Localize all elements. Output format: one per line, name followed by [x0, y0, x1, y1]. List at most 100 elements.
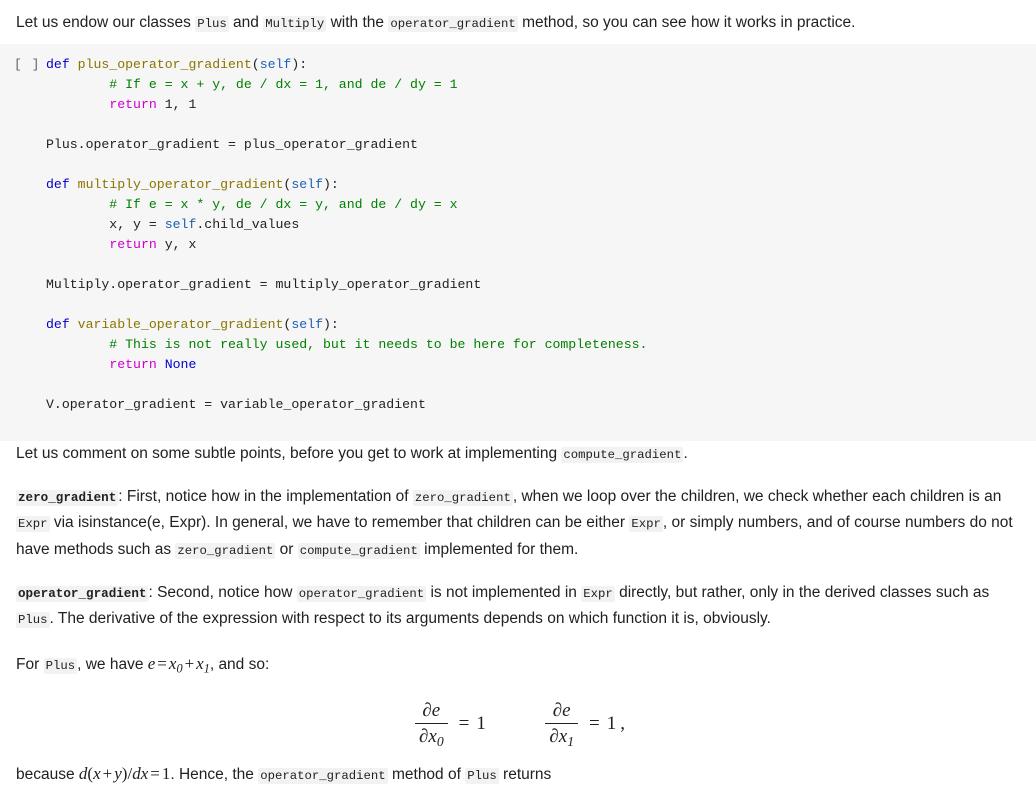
code-token: self — [291, 177, 323, 193]
denominator-dx: ∂x — [418, 725, 437, 747]
code-token: self — [291, 317, 323, 333]
intro-text-before: Let us endow our classes — [16, 14, 196, 31]
paragraph-for-plus: For Plus, we have e = x0 + x1, and so: — [16, 649, 1020, 679]
math-plus-sign: + — [184, 653, 195, 673]
p4-text-c: , and so: — [209, 655, 270, 673]
code-token: ( — [251, 57, 260, 73]
notebook-page: Let us endow our classes Plus and Multip… — [0, 0, 1036, 784]
code-token: # This is not really used, but it needs … — [46, 337, 648, 353]
math-trailing-comma: , — [620, 713, 626, 735]
p5-text-b: . Hence, the — [170, 765, 259, 783]
p4-text-b: , we have — [77, 655, 148, 673]
p2-text-e: or — [275, 540, 298, 558]
code-token: None — [164, 357, 197, 373]
inline-code-expr-2: Expr — [629, 516, 663, 533]
denominator-dx-2: ∂x — [549, 725, 568, 747]
p3-text-d: . The derivative of the expression with … — [49, 610, 771, 628]
code-token: 1, 1 — [156, 97, 197, 113]
inline-code-expr-1: Expr — [16, 516, 50, 533]
inline-math-e-equals-x0-plus-x1: e = x0 + x1 — [148, 653, 210, 676]
p3-text-a: : Second, notice how — [148, 583, 297, 601]
math-equals-2: = — [150, 763, 160, 783]
inline-math-derivative-identity: d(x + y)/dx = 1 — [79, 764, 170, 783]
math-x0-subscript: 0 — [176, 661, 183, 676]
code-token: def — [46, 317, 78, 333]
inline-code-multiply: Multiply — [263, 16, 327, 32]
math-x1: x — [196, 653, 204, 673]
math-y: y — [114, 763, 122, 783]
math-equation-right: ∂e ∂x1 = 1 , — [541, 700, 626, 749]
code-token: Multiply.operator_gradient = multiply_op… — [46, 277, 482, 293]
code-block[interactable]: def plus_operator_gradient(self): # If e… — [46, 55, 647, 415]
inline-code-zero-gradient-1: zero_gradient — [412, 489, 513, 506]
p2-text-c: via isinstance(e, Expr). In general, we … — [49, 514, 630, 532]
code-token: self — [259, 57, 292, 73]
code-token: def — [46, 177, 78, 193]
code-token: # If e = x + y, de / dx = 1, and de / dy… — [46, 77, 458, 93]
code-token: return — [109, 237, 157, 253]
inline-code-zero-gradient-2: zero_gradient — [175, 542, 276, 559]
code-token: self — [164, 217, 197, 233]
math-equals-right: = — [589, 713, 600, 735]
inline-code-expr-3: Expr — [581, 585, 615, 602]
code-token: Plus.operator_gradient = plus_operator_g… — [46, 137, 418, 153]
p2-text-a: : First, notice how in the implementatio… — [118, 487, 413, 505]
code-token: return — [109, 357, 157, 373]
inline-code-operator-gradient: operator_gradient — [388, 16, 518, 32]
p1-text-a: Let us comment on some subtle points, be… — [16, 445, 562, 463]
denominator-subscript-2: 1 — [567, 733, 575, 749]
p5-text-c: method of — [387, 765, 466, 783]
inline-code-plus-2: Plus — [16, 612, 50, 629]
cell-run-prompt[interactable]: [ ] — [0, 55, 46, 75]
code-token: multiply_operator_gradient — [77, 177, 284, 193]
fraction-de-dx1: ∂e ∂x1 — [545, 700, 579, 749]
code-token: variable_operator_gradient — [77, 317, 284, 333]
commentary-section: Let us comment on some subtle points, be… — [0, 441, 1036, 788]
math-x: x — [93, 763, 101, 783]
math-one: 1 — [161, 763, 171, 783]
math-equals-left: = — [458, 713, 470, 735]
inline-code-compute-gradient-2: compute_gradient — [297, 542, 420, 559]
intro-paragraph: Let us endow our classes Plus and Multip… — [0, 0, 1036, 35]
inline-code-plus: Plus — [195, 16, 229, 32]
p3-text-b: is not implemented in — [426, 583, 582, 601]
math-rhs-right: 1 — [606, 713, 617, 735]
p2-text-f: implemented for them. — [419, 540, 579, 558]
inline-code-operator-gradient-1: operator_gradient — [296, 585, 427, 602]
intro-text-mid1: and — [228, 14, 264, 31]
intro-text-mid2: with the — [326, 14, 389, 31]
math-rhs-left: 1 — [476, 713, 486, 735]
inline-code-compute-gradient: compute_gradient — [561, 447, 684, 464]
paragraph-intro-comment: Let us comment on some subtle points, be… — [16, 441, 1020, 468]
denominator-subscript: 0 — [436, 733, 444, 749]
p4-text-a: For — [16, 655, 44, 673]
p1-text-b: . — [683, 445, 688, 463]
code-token: .child_values — [196, 217, 300, 233]
math-plus-2: + — [102, 763, 113, 783]
intro-text-after: method, so you can see how it works in p… — [517, 14, 856, 31]
code-cell[interactable]: [ ] def plus_operator_gradient(self): # … — [0, 44, 1036, 442]
paragraph-because: because d(x + y)/dx = 1. Hence, the operator… — [16, 759, 1020, 788]
math-dx: dx — [132, 763, 149, 783]
code-token: # If e = x * y, de / dx = y, and de / dy… — [46, 197, 458, 213]
inline-code-operator-gradient-3: operator_gradient — [258, 767, 388, 784]
code-token: ): — [323, 177, 339, 193]
paragraph-zero-gradient: zero_gradient: First, notice how in the … — [16, 484, 1020, 564]
code-token: return — [109, 97, 157, 113]
code-token: def — [46, 57, 78, 73]
math-d: d — [78, 763, 88, 783]
inline-code-zero-gradient-lead: zero_gradient — [16, 489, 119, 506]
math-equation-left: ∂e ∂x0 = 1 — [411, 700, 486, 749]
inline-code-plus-3: Plus — [43, 657, 78, 674]
display-math-partial-derivatives: ∂e ∂x0 = 1 ∂e ∂x1 = 1 , — [16, 695, 1020, 749]
p2-text-b: , when we loop over the children, we che… — [512, 487, 1002, 505]
p5-text-a: because — [16, 765, 79, 783]
code-token: V.operator_gradient = variable_operator_… — [46, 397, 426, 413]
math-equals: = — [157, 653, 167, 673]
paragraph-operator-gradient: operator_gradient: Second, notice how op… — [16, 580, 1020, 633]
p5-text-d: returns — [498, 765, 552, 783]
